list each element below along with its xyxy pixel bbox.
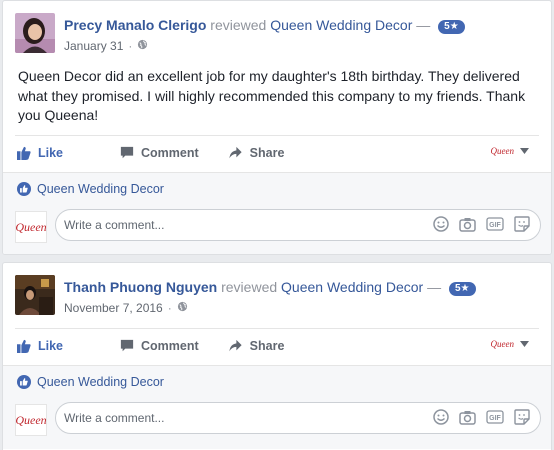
liked-by-name[interactable]: Queen Wedding Decor bbox=[37, 182, 164, 196]
post-header: Precy Manalo Clerigo reviewed Queen Wedd… bbox=[3, 1, 551, 57]
poster-avatar[interactable] bbox=[15, 275, 55, 315]
action-bar: Like Comment Share Queen bbox=[15, 328, 539, 363]
thumbs-up-icon bbox=[17, 146, 31, 160]
comment-button[interactable]: Comment bbox=[120, 146, 199, 160]
like-label: Like bbox=[38, 339, 64, 353]
share-arrow-icon bbox=[229, 146, 242, 159]
comment-tools: GIF bbox=[423, 409, 530, 425]
likes-summary: Queen Wedding Decor bbox=[3, 172, 551, 205]
review-verb: reviewed bbox=[221, 279, 278, 295]
comment-composer: Queen Write a comment... GIF bbox=[3, 204, 551, 254]
camera-icon[interactable] bbox=[459, 410, 476, 425]
post-date[interactable]: January 31 bbox=[64, 39, 123, 53]
separator-dash: — bbox=[427, 279, 442, 295]
gif-icon[interactable]: GIF bbox=[486, 217, 504, 231]
smiley-icon[interactable] bbox=[433, 409, 449, 425]
svg-text:GIF: GIF bbox=[489, 222, 501, 229]
comment-label: Comment bbox=[141, 146, 199, 160]
caret-down-icon bbox=[520, 341, 529, 347]
post-headline: Thanh Phuong Nguyen reviewed Queen Weddi… bbox=[64, 278, 476, 296]
page-name-link[interactable]: Queen Wedding Decor bbox=[281, 279, 423, 295]
camera-icon[interactable] bbox=[459, 217, 476, 232]
gif-icon[interactable]: GIF bbox=[486, 410, 504, 424]
caret-down-icon bbox=[520, 148, 529, 154]
review-post: Precy Manalo Clerigo reviewed Queen Wedd… bbox=[2, 0, 552, 255]
rating-badge: 5★ bbox=[448, 282, 476, 296]
thumbs-up-icon bbox=[17, 339, 31, 353]
page-selector[interactable]: Queen bbox=[490, 146, 529, 156]
review-text: Queen Decor did an excellent job for my … bbox=[18, 68, 526, 123]
globe-icon bbox=[177, 301, 188, 315]
comment-composer: Queen Write a comment... GIF bbox=[3, 397, 551, 449]
post-date[interactable]: November 7, 2016 bbox=[64, 301, 163, 315]
smiley-icon[interactable] bbox=[433, 216, 449, 232]
comment-placeholder: Write a comment... bbox=[64, 411, 165, 425]
page-selector[interactable]: Queen bbox=[490, 339, 529, 349]
action-bar: Like Comment Share Queen bbox=[15, 135, 539, 170]
share-label: Share bbox=[249, 339, 285, 353]
review-post: Thanh Phuong Nguyen reviewed Queen Weddi… bbox=[2, 262, 552, 450]
share-label: Share bbox=[249, 146, 285, 160]
like-badge-icon bbox=[17, 375, 31, 389]
comment-button[interactable]: Comment bbox=[120, 339, 199, 353]
like-badge-icon bbox=[17, 182, 31, 196]
meta-dot: · bbox=[128, 39, 133, 53]
share-arrow-icon bbox=[229, 339, 242, 352]
speech-bubble-icon bbox=[120, 339, 134, 352]
comment-label: Comment bbox=[141, 339, 199, 353]
globe-icon bbox=[137, 39, 148, 53]
post-meta: January 31 · bbox=[64, 39, 148, 53]
rating-badge: 5★ bbox=[438, 20, 465, 34]
comment-placeholder: Write a comment... bbox=[64, 218, 165, 232]
page-name-link[interactable]: Queen Wedding Decor bbox=[270, 17, 412, 33]
poster-name[interactable]: Precy Manalo Clerigo bbox=[64, 17, 206, 33]
commenter-avatar: Queen bbox=[15, 404, 47, 436]
commenter-avatar: Queen bbox=[15, 211, 47, 243]
post-headline: Precy Manalo Clerigo reviewed Queen Wedd… bbox=[64, 16, 465, 34]
svg-text:GIF: GIF bbox=[489, 415, 501, 422]
comment-input[interactable]: Write a comment... GIF bbox=[55, 402, 541, 434]
sticker-icon[interactable] bbox=[514, 409, 530, 425]
like-button[interactable]: Like bbox=[17, 146, 63, 160]
share-button[interactable]: Share bbox=[228, 146, 285, 160]
comment-tools: GIF bbox=[423, 216, 530, 232]
separator-dash: — bbox=[416, 17, 431, 33]
sticker-icon[interactable] bbox=[514, 216, 530, 232]
likes-summary: Queen Wedding Decor bbox=[3, 365, 551, 398]
liked-by-name[interactable]: Queen Wedding Decor bbox=[37, 375, 164, 389]
page-logo: Queen bbox=[490, 339, 515, 349]
post-meta: November 7, 2016 · bbox=[64, 301, 188, 315]
post-header: Thanh Phuong Nguyen reviewed Queen Weddi… bbox=[3, 263, 551, 319]
review-verb: reviewed bbox=[210, 17, 267, 33]
share-button[interactable]: Share bbox=[228, 339, 285, 353]
like-label: Like bbox=[38, 146, 64, 160]
page-logo: Queen bbox=[490, 146, 515, 156]
like-button[interactable]: Like bbox=[17, 339, 63, 353]
speech-bubble-icon bbox=[120, 146, 134, 159]
poster-avatar[interactable] bbox=[15, 13, 55, 53]
meta-dot: · bbox=[167, 301, 172, 315]
comment-input[interactable]: Write a comment... GIF bbox=[55, 209, 541, 241]
poster-name[interactable]: Thanh Phuong Nguyen bbox=[64, 279, 217, 295]
